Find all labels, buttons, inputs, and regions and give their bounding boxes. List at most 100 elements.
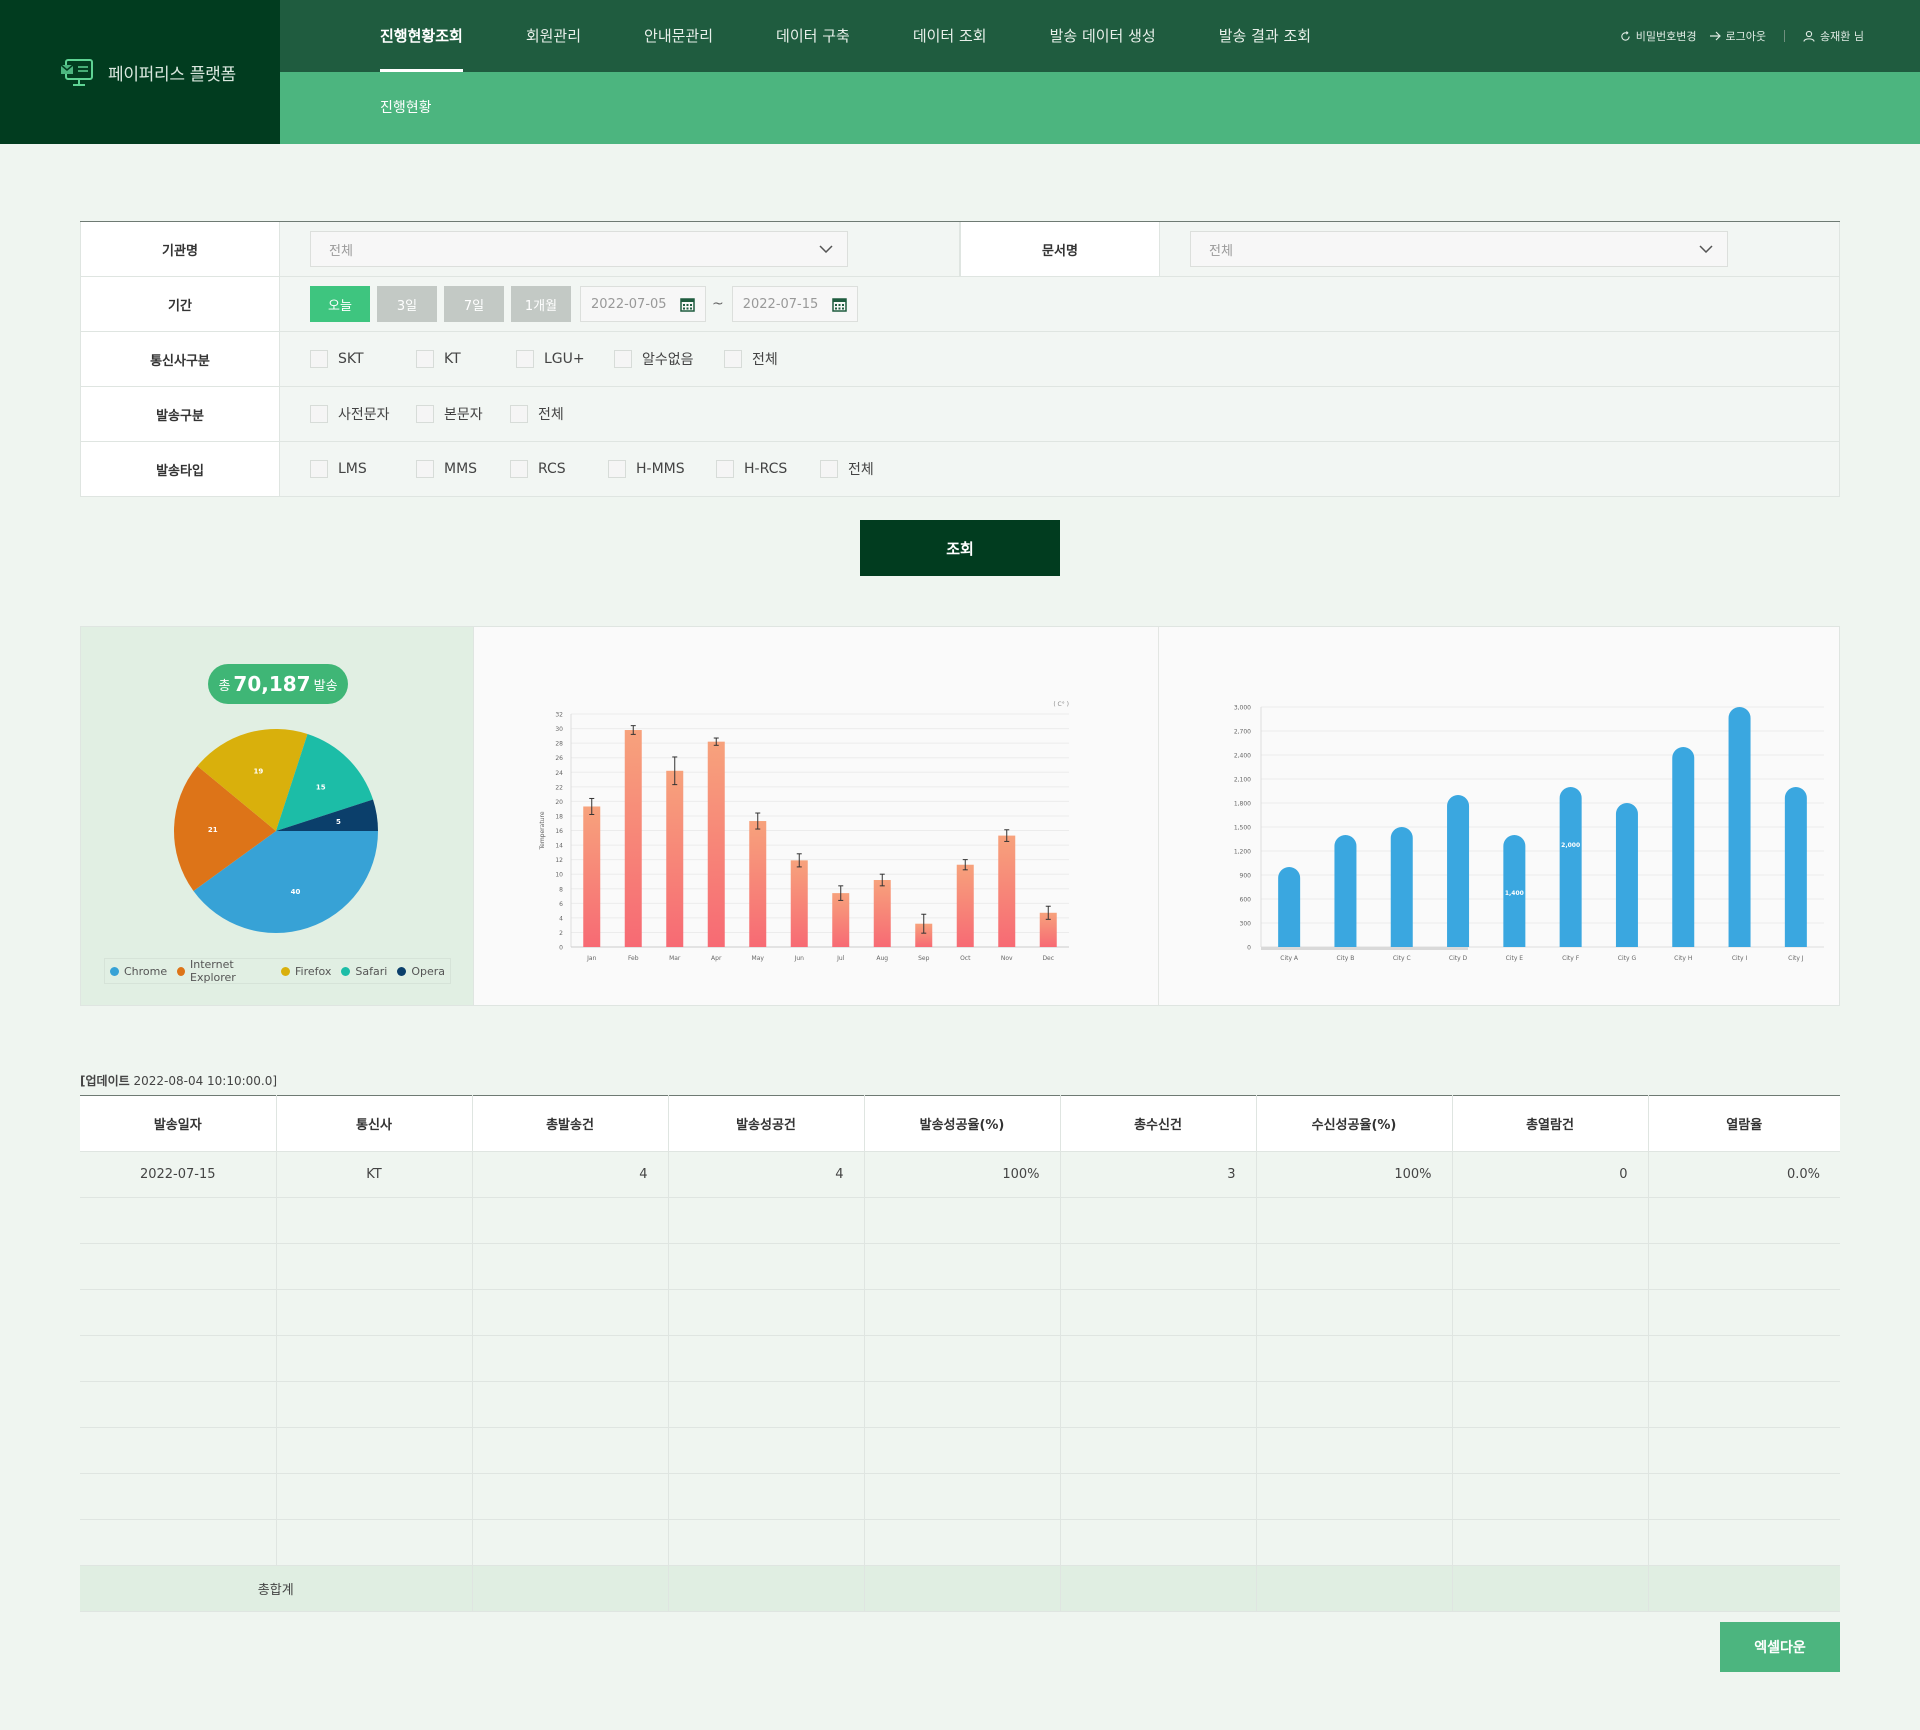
- checkbox-label: 전체: [848, 462, 874, 478]
- refresh-icon: [1621, 30, 1630, 41]
- y-tick-label: 4: [559, 915, 563, 922]
- legend-item[interactable]: Firefox: [281, 965, 331, 978]
- update-label: [업데이트: [80, 1074, 130, 1088]
- table-cell-empty: [1060, 1335, 1257, 1382]
- nav-item-data-build[interactable]: 데이터 구축: [776, 0, 850, 72]
- checkbox-box[interactable]: [416, 405, 434, 423]
- nav-item-send-result[interactable]: 발송 결과 조회: [1219, 0, 1311, 72]
- period-3days-button[interactable]: 3일: [377, 286, 437, 322]
- x-tick-label: Oct: [960, 955, 971, 962]
- org-cell: 전체: [280, 222, 960, 276]
- nav-item-notices[interactable]: 안내문관리: [644, 0, 713, 72]
- x-tick-label: Jun: [794, 955, 805, 962]
- y-tick-label: 0: [1247, 945, 1251, 952]
- checkbox-box[interactable]: [608, 460, 626, 478]
- legend-item[interactable]: Opera: [397, 965, 445, 978]
- org-select[interactable]: 전체: [310, 231, 848, 267]
- x-tick-label: Sep: [918, 955, 930, 962]
- checkbox-box[interactable]: [614, 350, 632, 368]
- type-lms-checkbox[interactable]: LMS: [310, 460, 416, 478]
- carrier-lgu-checkbox[interactable]: LGU+: [516, 350, 614, 368]
- calendar-icon[interactable]: [831, 297, 847, 312]
- table-total-row: 총합계: [80, 1565, 1840, 1612]
- excel-download-button[interactable]: 엑셀다운: [1720, 1622, 1840, 1672]
- col-receive-success-rate: 수신성공율(%): [1256, 1095, 1453, 1152]
- user-profile[interactable]: 송재환 님: [1803, 28, 1864, 44]
- type-hrcs-checkbox[interactable]: H-RCS: [716, 460, 820, 478]
- y-tick-label: 22: [555, 784, 563, 791]
- logout-link[interactable]: 로그아웃: [1709, 28, 1766, 44]
- period-1month-button[interactable]: 1개월: [511, 286, 571, 322]
- table-cell-empty: [864, 1519, 1061, 1566]
- carrier-skt-checkbox[interactable]: SKT: [310, 350, 416, 368]
- period-today-button[interactable]: 오늘: [310, 286, 370, 322]
- carrier-unknown-checkbox[interactable]: 알수없음: [614, 349, 724, 369]
- checkbox-label: 알수없음: [642, 352, 694, 368]
- y-tick-label: 300: [1240, 921, 1252, 928]
- period-7days-button[interactable]: 7일: [444, 286, 504, 322]
- search-button[interactable]: 조회: [860, 520, 1060, 576]
- nav-item-send-data[interactable]: 발송 데이터 생성: [1050, 0, 1156, 72]
- checkbox-box[interactable]: [516, 350, 534, 368]
- type-mms-checkbox[interactable]: MMS: [416, 460, 510, 478]
- divider: [1784, 30, 1786, 42]
- logo[interactable]: 페이퍼리스 플랫폼: [0, 0, 280, 144]
- user-utilities: 비밀번호변경 로그아웃 송재환 님: [1608, 0, 1864, 72]
- table-cell-empty: [1452, 1473, 1649, 1520]
- table-row-empty: [80, 1289, 1840, 1336]
- nav-item-members[interactable]: 회원관리: [526, 0, 581, 72]
- checkbox-box[interactable]: [716, 460, 734, 478]
- send-pre-checkbox[interactable]: 사전문자: [310, 404, 416, 424]
- temperature-bar-chart-panel: 0 2 4 6 8 10 12 14 16 18 20 22 24 26 28 30 32 Temperature…: [475, 627, 1159, 1005]
- legend-item[interactable]: Internet Explorer: [177, 958, 271, 984]
- legend-item[interactable]: Chrome: [110, 965, 167, 978]
- table-cell-empty: [864, 1197, 1061, 1244]
- doc-select[interactable]: 전체: [1190, 231, 1728, 267]
- table-cell-empty: [1060, 1519, 1257, 1566]
- checkbox-box[interactable]: [724, 350, 742, 368]
- checkbox-box[interactable]: [310, 350, 328, 368]
- x-tick-label: City C: [1393, 955, 1411, 962]
- x-tick-label: City J: [1788, 955, 1804, 962]
- send-all-checkbox[interactable]: 전체: [510, 404, 564, 424]
- form-row-carrier: 통신사구분 SKT KT LGU+ 알수없음 전체: [80, 332, 1840, 387]
- table-cell-empty: [1648, 1243, 1840, 1290]
- carrier-all-checkbox[interactable]: 전체: [724, 349, 778, 369]
- table-cell-empty: [1452, 1381, 1649, 1428]
- change-password-link[interactable]: 비밀번호변경: [1620, 28, 1697, 44]
- table-cell-empty: [276, 1335, 473, 1382]
- y-tick-label: 2,100: [1234, 777, 1251, 784]
- checkbox-box[interactable]: [416, 460, 434, 478]
- type-hmms-checkbox[interactable]: H-MMS: [608, 460, 716, 478]
- checkbox-box[interactable]: [820, 460, 838, 478]
- legend-item[interactable]: Safari: [341, 965, 387, 978]
- sub-nav-item-progress[interactable]: 진행현황: [380, 72, 432, 144]
- date-to-input[interactable]: 2022-07-15: [731, 286, 858, 322]
- type-rcs-checkbox[interactable]: RCS: [510, 460, 608, 478]
- checkbox-box[interactable]: [310, 460, 328, 478]
- table-cell-empty: [1060, 1381, 1257, 1428]
- table-cell-empty: [1256, 1197, 1453, 1244]
- checkbox-box[interactable]: [510, 405, 528, 423]
- carrier-kt-checkbox[interactable]: KT: [416, 350, 516, 368]
- send-main-checkbox[interactable]: 본문자: [416, 404, 510, 424]
- type-all-checkbox[interactable]: 전체: [820, 459, 874, 479]
- x-tick-label: City H: [1674, 955, 1692, 962]
- nav-item-progress[interactable]: 진행현황조회: [380, 0, 463, 72]
- table-cell-empty: [864, 1289, 1061, 1336]
- checkbox-box[interactable]: [310, 405, 328, 423]
- temperature-bar-chart: 02468101214161820222426283032Temperature…: [539, 701, 1069, 962]
- table-cell-empty: [276, 1519, 473, 1566]
- checkbox-box[interactable]: [510, 460, 528, 478]
- date-from-input[interactable]: 2022-07-05: [580, 286, 706, 322]
- calendar-icon[interactable]: [680, 297, 695, 312]
- checkbox-box[interactable]: [416, 350, 434, 368]
- table-cell-empty: [668, 1335, 865, 1382]
- table-row-empty: [80, 1197, 1840, 1244]
- nav-item-data-search[interactable]: 데이터 조회: [913, 0, 987, 72]
- table-cell-empty: [1256, 1289, 1453, 1336]
- y-tick-label: 20: [555, 799, 563, 806]
- table-cell-empty: [864, 1243, 1061, 1290]
- table-cell-empty: [1648, 1289, 1840, 1336]
- table-cell-empty: [472, 1519, 669, 1566]
